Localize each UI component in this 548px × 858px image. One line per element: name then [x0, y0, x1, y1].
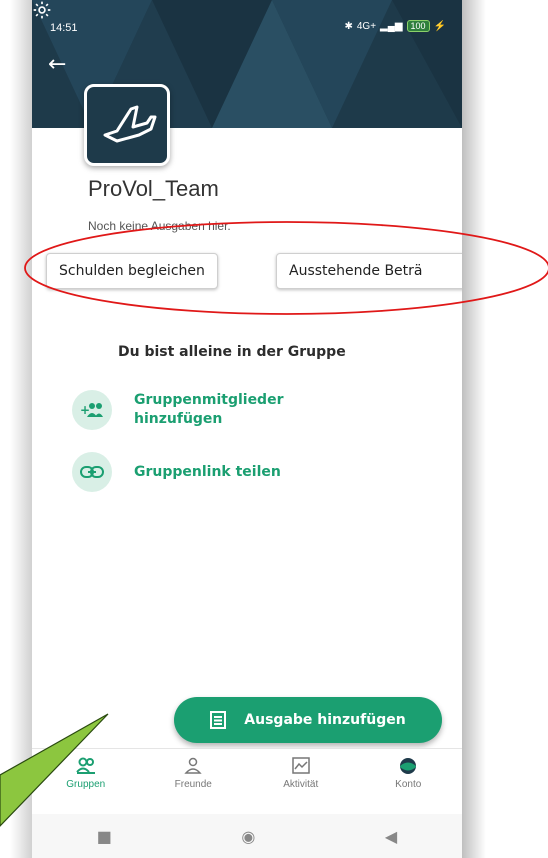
- add-group-icon: +: [72, 390, 112, 430]
- add-members-label: Gruppenmitglieder hinzufügen: [134, 392, 284, 427]
- bluetooth-icon: ✱: [344, 20, 353, 32]
- back-arrow-icon[interactable]: ←: [48, 52, 66, 77]
- system-navigation-bar: ■ ◉ ◀: [32, 814, 462, 858]
- add-expense-label: Ausgabe hinzufügen: [244, 712, 406, 728]
- empty-state-title: Du bist alleine in der Gruppe: [118, 344, 346, 360]
- share-link-action[interactable]: Gruppenlink teilen: [72, 452, 334, 492]
- signal-icon: ▂▄▆: [380, 20, 403, 32]
- person-icon: [184, 757, 202, 774]
- group-name: ProVol_Team: [88, 176, 219, 201]
- airplane-icon: [103, 105, 157, 143]
- recents-icon[interactable]: ■: [97, 827, 112, 846]
- status-indicators: ✱ 4G+ ▂▄▆ 100 ⚡: [344, 20, 446, 32]
- nav-friends-label: Freunde: [174, 779, 212, 790]
- phone-screen: 14:51 ✱ 4G+ ▂▄▆ 100 ⚡ ← ProVol_Team Noch…: [0, 0, 548, 858]
- charging-icon: ⚡: [433, 20, 446, 32]
- battery-icon: 100: [406, 20, 430, 32]
- add-members-action[interactable]: + Gruppenmitglieder hinzufügen: [72, 390, 334, 430]
- gear-icon[interactable]: [32, 0, 52, 20]
- nav-account[interactable]: Konto: [355, 749, 463, 815]
- link-icon: [72, 452, 112, 492]
- nav-groups[interactable]: Gruppen: [32, 749, 140, 815]
- pending-amounts-button[interactable]: Ausstehende Beträ: [276, 253, 462, 289]
- groups-icon: [75, 757, 95, 774]
- nav-activity-label: Aktivität: [283, 779, 319, 790]
- home-icon[interactable]: ◉: [241, 827, 255, 846]
- phone-shadow-right: [462, 0, 486, 858]
- nav-account-label: Konto: [395, 779, 422, 790]
- share-link-label: Gruppenlink teilen: [134, 463, 281, 480]
- settle-debts-button[interactable]: Schulden begleichen: [46, 253, 218, 289]
- phone-shadow-left: [10, 0, 32, 858]
- network-label: 4G+: [356, 20, 377, 32]
- group-avatar[interactable]: [84, 84, 170, 166]
- add-expense-button[interactable]: Ausgabe hinzufügen: [174, 697, 442, 743]
- back-icon[interactable]: ◀: [385, 827, 397, 846]
- status-time: 14:51: [50, 22, 78, 34]
- nav-friends[interactable]: Freunde: [140, 749, 248, 815]
- nav-groups-label: Gruppen: [66, 779, 106, 790]
- svg-text:+: +: [80, 403, 90, 417]
- bottom-navigation: Gruppen Freunde Aktivität Konto: [32, 748, 462, 815]
- nav-activity[interactable]: Aktivität: [247, 749, 355, 815]
- receipt-icon: [210, 711, 227, 729]
- group-subtitle: Noch keine Ausgaben hier.: [88, 219, 231, 233]
- account-icon: [400, 758, 417, 774]
- activity-icon: [292, 757, 310, 774]
